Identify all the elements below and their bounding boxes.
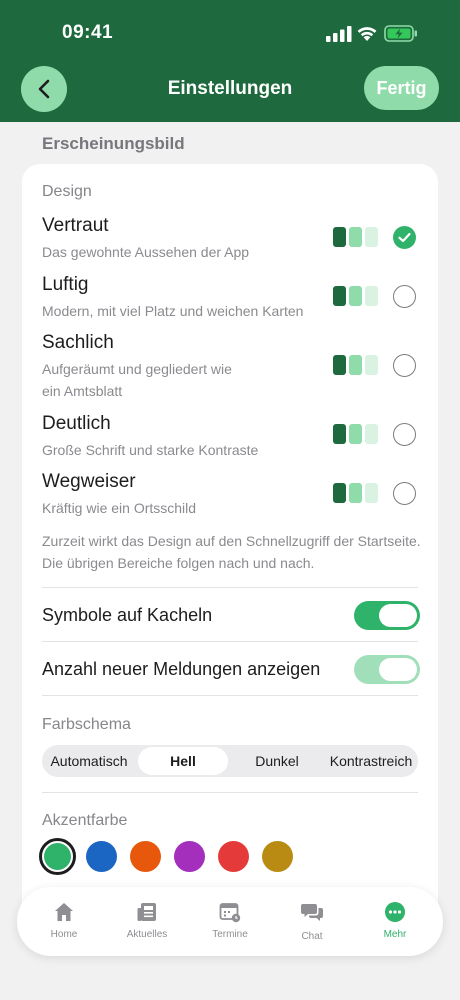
tab-label: Termine (212, 929, 248, 940)
more-icon (385, 902, 405, 922)
tab-news[interactable]: Aktuelles (112, 887, 182, 956)
tab-label: Aktuelles (126, 929, 168, 940)
design-option-title: Luftig (42, 274, 89, 295)
design-note: Zurzeit wirkt das Design auf den Schnell… (42, 533, 421, 571)
radio-unchecked[interactable] (393, 482, 416, 505)
tab-label: Home (50, 929, 78, 940)
accent-color-blue[interactable] (86, 841, 117, 872)
chat-icon (301, 904, 323, 921)
segment-dark[interactable]: Dunkel (230, 745, 324, 777)
done-button[interactable]: Fertig (364, 66, 439, 110)
tab-more[interactable]: Mehr (360, 887, 430, 956)
design-label: Design (42, 183, 92, 200)
divider (42, 695, 418, 696)
tab-events[interactable]: Termine (195, 887, 265, 956)
design-option-desc: Kräftig wie ein Ortsschild (42, 500, 197, 516)
design-preview-swatch (333, 227, 379, 247)
accent-color-label: Akzentfarbe (42, 812, 128, 829)
design-option-desc: Das gewohnte Aussehen der App (42, 244, 250, 260)
tab-bar: Home Aktuelles Termine Chat Mehr (17, 887, 443, 956)
divider (42, 587, 418, 588)
design-option-title: Deutlich (42, 413, 111, 434)
calendar-icon (219, 903, 241, 923)
design-option-desc: Große Schrift und starke Kontraste (42, 442, 259, 458)
design-option-desc: ein Amtsblatt (42, 383, 123, 399)
accent-color-green[interactable] (39, 838, 76, 875)
header: 09:41 Einstellungen Fertig (0, 0, 460, 122)
design-option-title: Sachlich (42, 332, 114, 353)
toggle-new-messages-count[interactable] (354, 655, 420, 684)
design-option-title: Vertraut (42, 215, 109, 236)
design-option-desc: Modern, mit viel Platz und weichen Karte… (42, 303, 304, 319)
toggle-symbols-on-tiles[interactable] (354, 601, 420, 630)
design-option-title: Wegweiser (42, 471, 136, 492)
section-heading: Erscheinungsbild (42, 134, 185, 153)
accent-color-red[interactable] (218, 841, 249, 872)
cellular-signal-icon (326, 26, 352, 42)
tab-home[interactable]: Home (29, 887, 99, 956)
segment-high-contrast[interactable]: Kontrastreich (325, 745, 417, 777)
home-icon (55, 903, 73, 921)
accent-color-gold[interactable] (262, 841, 293, 872)
status-bar: 09:41 (0, 0, 460, 60)
divider (42, 792, 418, 793)
status-time: 09:41 (62, 22, 114, 43)
radio-checked[interactable] (393, 226, 416, 249)
accent-color-purple[interactable] (174, 841, 205, 872)
toggle-knob (379, 658, 417, 681)
toggle-label-new-messages: Anzahl neuer Meldungen anzeigen (42, 659, 321, 679)
radio-unchecked[interactable] (393, 354, 416, 377)
design-option-desc: Aufgeräumt und gegliedert wie (42, 361, 232, 377)
design-preview-swatch (333, 286, 379, 306)
design-preview-swatch (333, 424, 379, 444)
divider (42, 641, 418, 642)
radio-unchecked[interactable] (393, 285, 416, 308)
color-scheme-label: Farbschema (42, 716, 131, 733)
toggle-knob (379, 604, 417, 627)
wifi-icon (357, 27, 377, 41)
chevron-left-icon (38, 79, 50, 99)
segment-automatic[interactable]: Automatisch (42, 745, 136, 777)
tab-label: Mehr (383, 929, 407, 940)
page-title: Einstellungen (167, 78, 293, 99)
back-button[interactable] (21, 66, 67, 112)
segment-light[interactable]: Hell (138, 747, 228, 775)
news-icon (137, 903, 156, 921)
design-preview-swatch (333, 355, 379, 375)
tab-chat[interactable]: Chat (277, 887, 347, 956)
design-preview-swatch (333, 483, 379, 503)
accent-color-orange[interactable] (130, 841, 161, 872)
radio-unchecked[interactable] (393, 423, 416, 446)
toggle-label-symbols: Symbole auf Kacheln (42, 605, 213, 625)
checkmark-icon (398, 232, 411, 243)
battery-charging-icon (384, 25, 417, 42)
color-scheme-segmented-control: Automatisch Hell Dunkel Kontrastreich (42, 745, 418, 777)
tab-label: Chat (301, 931, 323, 942)
